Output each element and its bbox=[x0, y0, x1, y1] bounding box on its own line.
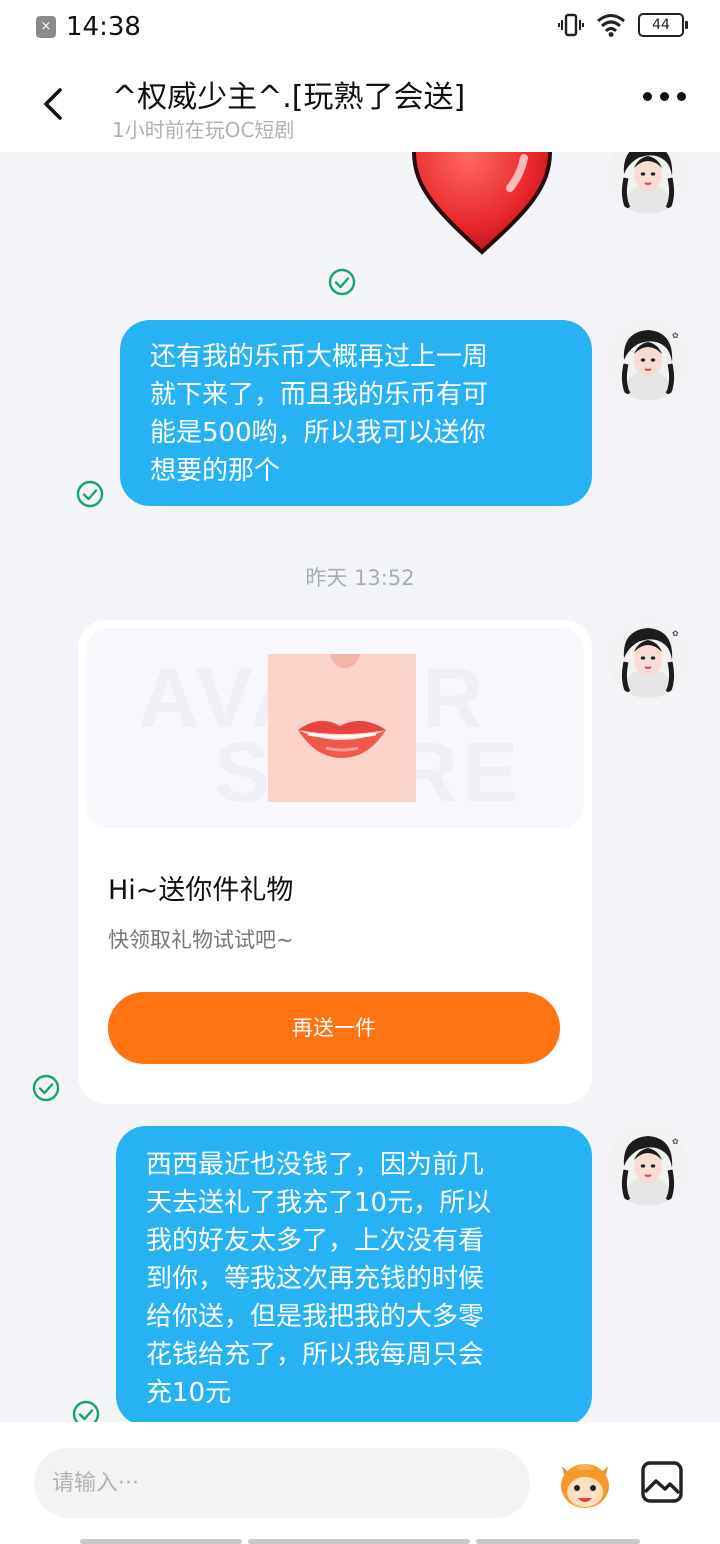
gift-description: 快领取礼物试试吧~ bbox=[108, 928, 294, 952]
read-check-icon bbox=[32, 1074, 60, 1102]
gift-preview[interactable]: AVATAR STORE bbox=[86, 628, 584, 828]
message-line: 我的好友太多了，上次没有看 bbox=[146, 1226, 485, 1256]
message-line: 到你，等我这次再充钱的时候 bbox=[146, 1264, 485, 1294]
home-indicator bbox=[248, 1539, 470, 1544]
chat-area[interactable]: ✿ 还有我的乐币大概再过上一周 就下来了，而且我的乐币有可 能是500哟，所以我… bbox=[0, 152, 720, 1422]
avatar[interactable]: ✿ bbox=[608, 1126, 688, 1206]
status-left: × 14:38 bbox=[36, 12, 141, 42]
message-line: 充10元 bbox=[146, 1378, 232, 1408]
more-button[interactable] bbox=[643, 92, 686, 101]
wifi-icon bbox=[597, 14, 625, 37]
avatar[interactable]: ✿ bbox=[608, 152, 688, 214]
avatar[interactable]: ✿ bbox=[608, 618, 688, 698]
image-icon bbox=[641, 1461, 683, 1503]
more-icon-dot bbox=[660, 92, 669, 101]
gift-title: Hi~送你件礼物 bbox=[108, 875, 294, 906]
read-check-icon bbox=[328, 268, 356, 296]
message-line: 西西最近也没钱了，因为前几 bbox=[146, 1150, 485, 1180]
more-icon-dot bbox=[677, 92, 686, 101]
svg-text:✿: ✿ bbox=[672, 1137, 679, 1146]
read-check-icon bbox=[72, 1400, 100, 1422]
battery-icon: 44 bbox=[638, 13, 688, 37]
message-line: 就下来了，而且我的乐币有可 bbox=[150, 380, 489, 410]
back-arrow-icon bbox=[44, 88, 62, 120]
svg-text:✿: ✿ bbox=[672, 629, 679, 638]
more-icon-dot bbox=[643, 92, 652, 101]
heart-sticker[interactable] bbox=[408, 152, 556, 260]
avatar-image: ✿ bbox=[608, 618, 688, 698]
avatar-image: ✿ bbox=[608, 1126, 688, 1206]
gift-card[interactable]: AVATAR STORE Hi~送你件礼物 快领取礼物试试吧~ 再送一件 bbox=[78, 620, 592, 1104]
contact-status: 1小时前在玩OC短剧 bbox=[112, 118, 295, 142]
message-line: 想要的那个 bbox=[150, 456, 281, 486]
battery-level: 44 bbox=[652, 17, 670, 33]
emoji-mascot-icon bbox=[561, 1464, 609, 1508]
avatar-image: ✿ bbox=[608, 152, 688, 214]
status-bar: × 14:38 44 bbox=[0, 0, 720, 56]
message-input[interactable] bbox=[34, 1448, 530, 1518]
home-indicator bbox=[80, 1539, 242, 1544]
image-button[interactable] bbox=[638, 1458, 686, 1506]
status-time: 14:38 bbox=[66, 12, 141, 42]
message-line: 花钱给充了，所以我每周只会 bbox=[146, 1340, 485, 1370]
vibrate-icon bbox=[558, 13, 584, 37]
chat-header: ^权威少主^.[玩熟了会送] 1小时前在玩OC短剧 bbox=[0, 56, 720, 152]
message-bubble[interactable]: 还有我的乐币大概再过上一周 就下来了，而且我的乐币有可 能是500哟，所以我可以… bbox=[120, 320, 592, 506]
avatar-image: ✿ bbox=[608, 320, 688, 400]
lips-icon bbox=[268, 654, 416, 802]
message-line: 能是500哟，所以我可以送你 bbox=[150, 418, 486, 448]
gift-lips-image bbox=[268, 654, 416, 802]
message-bubble[interactable]: 西西最近也没钱了，因为前几 天去送礼了我充了10元，所以 我的好友太多了，上次没… bbox=[116, 1126, 592, 1422]
home-indicator bbox=[476, 1539, 640, 1544]
resend-gift-button[interactable]: 再送一件 bbox=[108, 992, 560, 1064]
message-line: 还有我的乐币大概再过上一周 bbox=[150, 342, 489, 372]
message-timestamp: 昨天 13:52 bbox=[305, 566, 415, 590]
message-line: 给你送，但是我把我的大多零 bbox=[146, 1302, 485, 1332]
avatar[interactable]: ✿ bbox=[608, 320, 688, 400]
message-line: 天去送礼了我充了10元，所以 bbox=[146, 1188, 492, 1218]
status-right: 44 bbox=[558, 12, 688, 38]
input-bar bbox=[0, 1422, 720, 1544]
svg-text:✿: ✿ bbox=[672, 152, 679, 154]
notification-blocked-icon: × bbox=[36, 16, 56, 38]
contact-name[interactable]: ^权威少主^.[玩熟了会送] bbox=[112, 72, 465, 116]
svg-text:✿: ✿ bbox=[672, 331, 679, 340]
emoji-button[interactable] bbox=[556, 1456, 614, 1512]
read-check-icon bbox=[76, 480, 104, 508]
back-button[interactable] bbox=[30, 80, 78, 128]
